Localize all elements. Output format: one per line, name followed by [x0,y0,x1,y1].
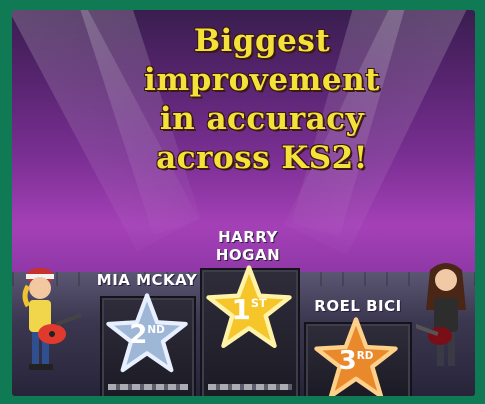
third-place-rank-suffix: RD [356,349,374,362]
photo-frame: Biggest improvement in accuracy across K… [0,0,485,404]
third-place-rank-number: 3 [338,346,357,376]
headline-line-1: Biggest [193,23,331,59]
headline-line-2: improvement [144,62,380,98]
first-place-rank-suffix: ST [250,296,267,310]
first-place-name-line-2: HOGAN [215,246,281,264]
headline-line-3: in accuracy [159,101,365,137]
first-place-name: HARRY HOGAN [202,228,294,264]
second-place-star-badge: 2ND [104,292,190,376]
third-place-rank: 3RD [312,346,400,376]
first-place-name-line-1: HARRY [218,228,278,246]
headline-line-4: across KS2! [156,140,368,176]
podium-stripe [208,384,292,390]
guitarist-right-character [414,254,475,389]
guitarist-left-icon [22,268,82,370]
guitarist-right-icon [414,263,466,366]
guitarist-left-character [12,256,82,391]
second-place-rank-suffix: ND [147,323,165,336]
second-place-rank: 2ND [104,320,190,350]
second-place-name: MIA MCKAY [96,271,198,289]
podium-stripe [108,384,188,390]
leaderboard-screen: Biggest improvement in accuracy across K… [12,10,475,396]
third-place-name: ROEL BICI [314,297,402,315]
headline-title: Biggest improvement in accuracy across K… [112,22,412,178]
first-place-rank: 1ST [204,293,294,326]
first-place-rank-number: 1 [231,293,251,326]
second-place-rank-number: 2 [129,320,148,350]
third-place-star-badge: 3RD [312,316,400,396]
first-place-star-badge: 1ST [204,264,294,352]
